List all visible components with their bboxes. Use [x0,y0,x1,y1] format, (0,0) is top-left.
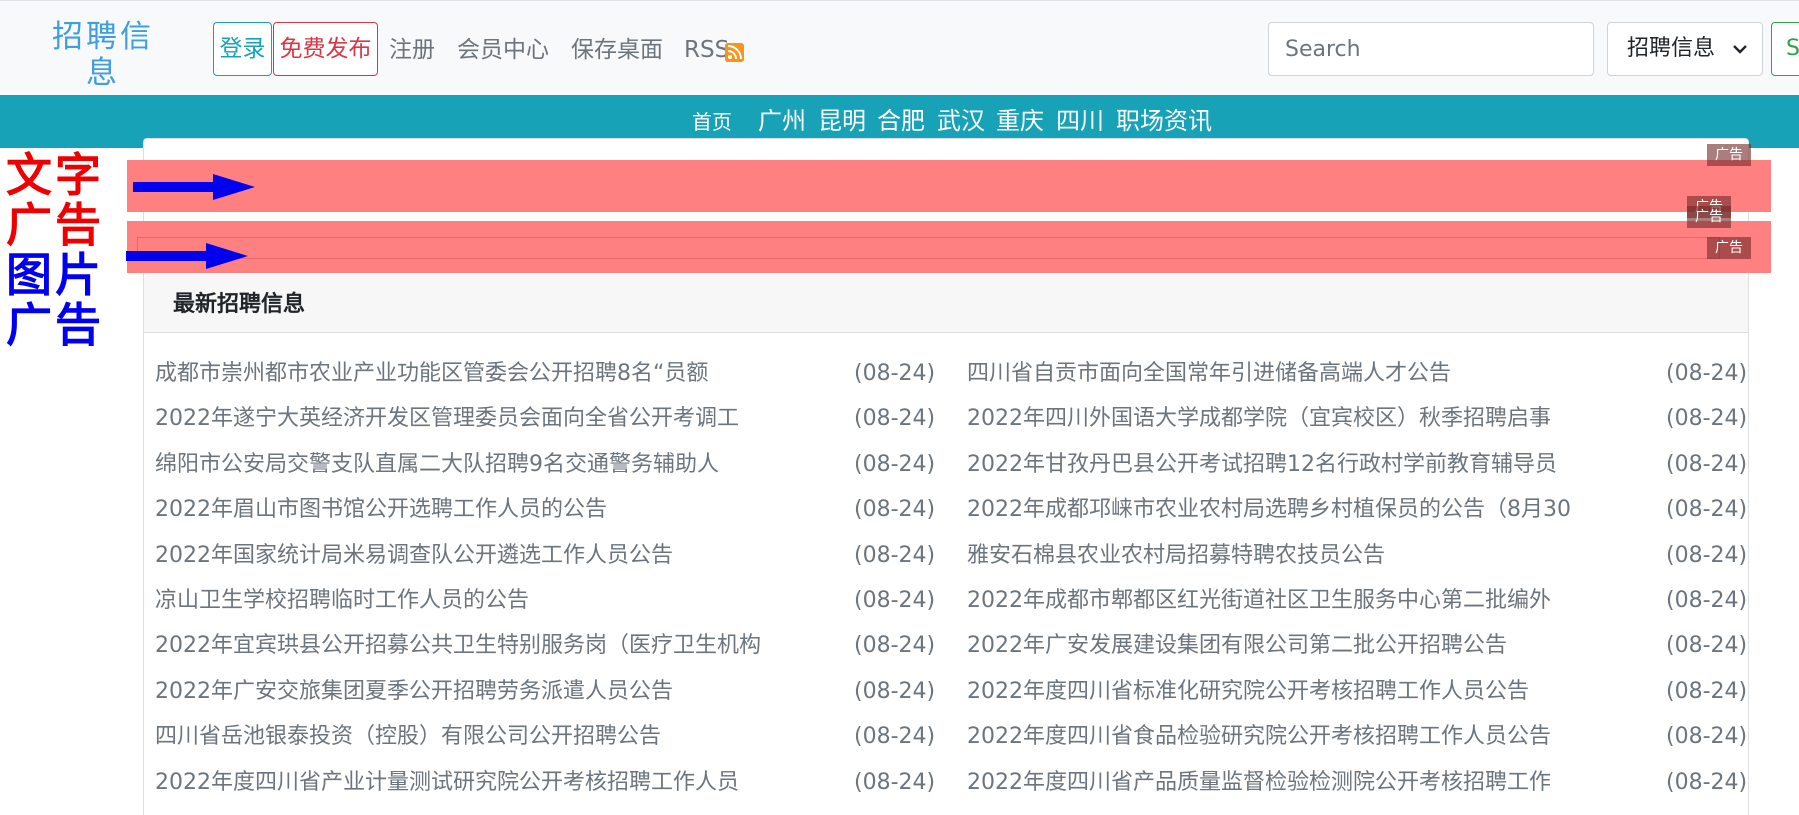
job-list-item: 2022年度四川省食品检验研究院公开考核招聘工作人员公告 (08-24) [967,720,1748,754]
job-list-item: 2022年四川外国语大学成都学院（宜宾校区）秋季招聘启事 (08-24) [967,402,1748,436]
save-desktop-link[interactable]: 保存桌面 [571,35,663,65]
image-ad-label-line1: 图片 [6,248,104,302]
page: 招聘信息 zpxx.cc 登录 免费发布 注册 会员中心 保存桌面 RSS 招聘… [0,0,1799,815]
nav-item-wuhan[interactable]: 武汉 [937,106,985,136]
ad-tag: 广告 [1707,237,1751,259]
job-list-item: 2022年度四川省产业计量测试研究院公开考核招聘工作人员 (08-24) [155,766,936,800]
nav-item-kunming[interactable]: 昆明 [818,106,866,136]
job-list-item: 2022年遂宁大英经济开发区管理委员会面向全省公开考调工 (08-24) [155,402,936,436]
nav-item-chongqing[interactable]: 重庆 [996,106,1044,136]
register-link[interactable]: 注册 [389,35,435,65]
job-title-link[interactable]: 2022年宜宾珙县公开招募公共卫生特别服务岗（医疗卫生机构 [155,629,761,663]
text-ad-banner[interactable] [127,160,1771,212]
job-title-link[interactable]: 2022年眉山市图书馆公开选聘工作人员的公告 [155,493,607,527]
job-date: (08-24) [854,452,936,477]
job-list-item: 2022年成都市郫都区红光街道社区卫生服务中心第二批编外 (08-24) [967,584,1748,618]
arrow-right-icon [133,174,255,200]
job-title-link[interactable]: 2022年度四川省标准化研究院公开考核招聘工作人员公告 [967,675,1529,709]
job-list-item: 四川省岳池银泰投资（控股）有限公司公开招聘公告 (08-24) [155,720,936,754]
job-title-link[interactable]: 雅安石棉县农业农村局招募特聘农技员公告 [967,539,1385,573]
ad-tag: 广告 [1687,206,1731,228]
job-date: (08-24) [1666,588,1748,613]
job-date: (08-24) [854,770,936,795]
job-date: (08-24) [854,633,936,658]
job-title-link[interactable]: 2022年甘孜丹巴县公开考试招聘12名行政村学前教育辅导员 [967,448,1557,482]
job-title-link[interactable]: 成都市崇州都市农业产业功能区管委会公开招聘8名“员额 [155,357,708,391]
job-date: (08-24) [854,724,936,749]
text-ad-label-line2: 广告 [6,198,104,252]
job-date: (08-24) [1666,452,1748,477]
job-date: (08-24) [854,588,936,613]
job-date: (08-24) [1666,361,1748,386]
job-title-link[interactable]: 四川省自贡市面向全国常年引进储备高端人才公告 [967,357,1451,391]
job-title-link[interactable]: 2022年四川外国语大学成都学院（宜宾校区）秋季招聘启事 [967,402,1551,436]
image-ad-label-line2: 广告 [6,298,104,352]
site-logo[interactable]: 招聘信息 zpxx.cc [36,19,170,109]
job-list-item: 2022年广安发展建设集团有限公司第二批公开招聘公告 (08-24) [967,629,1748,663]
job-date: (08-24) [1666,770,1748,795]
text-ad-label-line1: 文字 [6,148,104,202]
job-date: (08-24) [1666,724,1748,749]
job-date: (08-24) [854,361,936,386]
free-publish-button[interactable]: 免费发布 [273,22,378,76]
category-select-value: 招聘信息 [1627,36,1716,61]
job-title-link[interactable]: 绵阳市公安局交警支队直属二大队招聘9名交通警务辅助人 [155,448,719,482]
job-title-link[interactable]: 2022年成都市郫都区红光街道社区卫生服务中心第二批编外 [967,584,1551,618]
job-list-item: 2022年成都邛崃市农业农村局选聘乡村植保员的公告（8月30 (08-24) [967,493,1748,527]
job-title-link[interactable]: 2022年成都邛崃市农业农村局选聘乡村植保员的公告（8月30 [967,493,1571,527]
job-title-link[interactable]: 四川省岳池银泰投资（控股）有限公司公开招聘公告 [155,720,661,754]
job-list-item: 2022年宜宾珙县公开招募公共卫生特别服务岗（医疗卫生机构 (08-24) [155,629,936,663]
job-date: (08-24) [1666,543,1748,568]
image-ad-inner-frame [137,237,1720,259]
category-select[interactable]: 招聘信息 [1607,22,1763,76]
top-navbar: 招聘信息 zpxx.cc 登录 免费发布 注册 会员中心 保存桌面 RSS 招聘… [0,0,1799,109]
job-title-link[interactable]: 2022年广安发展建设集团有限公司第二批公开招聘公告 [967,629,1507,663]
nav-item-guangzhou[interactable]: 广州 [758,106,806,136]
ad-tag: 广告 [1707,144,1751,166]
job-title-link[interactable]: 2022年度四川省产品质量监督检验检测院公开考核招聘工作 [967,766,1551,800]
rss-link[interactable]: RSS [684,35,729,65]
job-date: (08-24) [1666,497,1748,522]
logo-chinese-text: 招聘信息 [52,19,154,91]
job-date: (08-24) [1666,633,1748,658]
job-list-item: 2022年甘孜丹巴县公开考试招聘12名行政村学前教育辅导员 (08-24) [967,448,1748,482]
job-date: (08-24) [854,543,936,568]
nav-item-hefei[interactable]: 合肥 [877,106,925,136]
job-list-item: 2022年度四川省标准化研究院公开考核招聘工作人员公告 (08-24) [967,675,1748,709]
search-input[interactable] [1268,22,1594,76]
job-title-link[interactable]: 2022年遂宁大英经济开发区管理委员会面向全省公开考调工 [155,402,739,436]
job-list-item: 2022年国家统计局米易调查队公开遴选工作人员公告 (08-24) [155,539,936,573]
job-list-item: 四川省自贡市面向全国常年引进储备高端人才公告 (08-24) [967,357,1748,391]
nav-item-career-news[interactable]: 职场资讯 [1116,106,1212,136]
job-title-link[interactable]: 2022年度四川省产业计量测试研究院公开考核招聘工作人员 [155,766,739,800]
job-date: (08-24) [854,497,936,522]
job-title-link[interactable]: 2022年广安交旅集团夏季公开招聘劳务派遣人员公告 [155,675,673,709]
job-list-item: 2022年度四川省产品质量监督检验检测院公开考核招聘工作 (08-24) [967,766,1748,800]
job-list-item: 绵阳市公安局交警支队直属二大队招聘9名交通警务辅助人 (08-24) [155,448,936,482]
card-header: 最新招聘信息 [144,275,1748,333]
job-date: (08-24) [1666,406,1748,431]
job-list-item: 凉山卫生学校招聘临时工作人员的公告 (08-24) [155,584,936,618]
job-title-link[interactable]: 2022年国家统计局米易调查队公开遴选工作人员公告 [155,539,673,573]
login-button[interactable]: 登录 [213,22,272,76]
job-date: (08-24) [854,406,936,431]
search-button[interactable]: S [1771,22,1799,76]
job-list-item: 2022年广安交旅集团夏季公开招聘劳务派遣人员公告 (08-24) [155,675,936,709]
chevron-down-icon [1733,45,1747,54]
nav-item-sichuan[interactable]: 四川 [1056,106,1104,136]
job-list-item: 雅安石棉县农业农村局招募特聘农技员公告 (08-24) [967,539,1748,573]
job-list-item: 成都市崇州都市农业产业功能区管委会公开招聘8名“员额 (08-24) [155,357,936,391]
job-date: (08-24) [854,679,936,704]
job-title-link[interactable]: 凉山卫生学校招聘临时工作人员的公告 [155,584,529,618]
job-date: (08-24) [1666,679,1748,704]
rss-icon[interactable] [725,43,744,62]
job-list-item: 2022年眉山市图书馆公开选聘工作人员的公告 (08-24) [155,493,936,527]
member-center-link[interactable]: 会员中心 [457,35,549,65]
job-title-link[interactable]: 2022年度四川省食品检验研究院公开考核招聘工作人员公告 [967,720,1551,754]
section-title: 最新招聘信息 [173,292,306,317]
arrow-right-icon [126,243,248,269]
nav-home-link[interactable]: 首页 [692,109,732,135]
